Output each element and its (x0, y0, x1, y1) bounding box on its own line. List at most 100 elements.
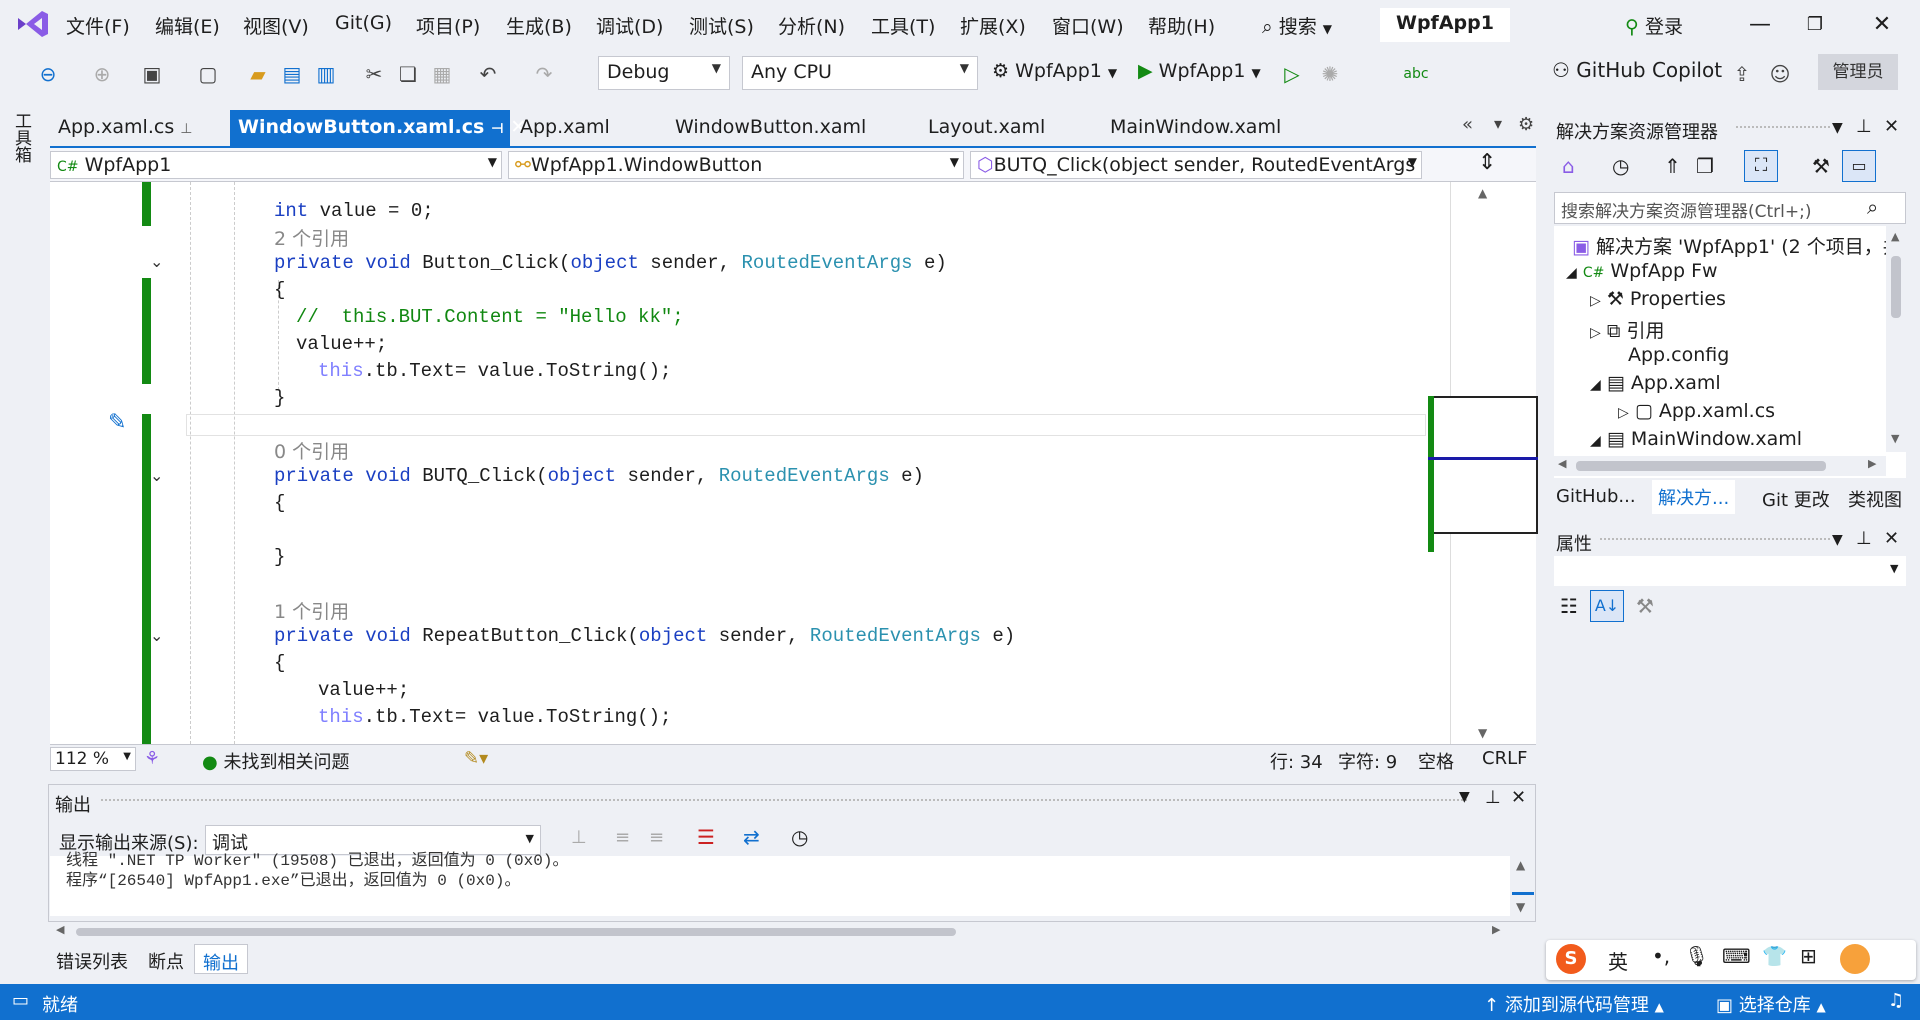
scroll-thumb[interactable] (76, 928, 956, 936)
tree-item-app-xaml-cs[interactable]: ▷ ▢ App.xaml.cs (1618, 400, 1775, 422)
platform-select[interactable]: Any CPU ▼ (742, 56, 978, 90)
scroll-thumb[interactable] (1891, 256, 1901, 318)
menu-tools[interactable]: 工具(T) (871, 12, 935, 39)
pending-changes-icon[interactable]: ◷ (1612, 154, 1629, 178)
paste-icon[interactable]: ▦ (428, 60, 456, 88)
output-hscrollbar[interactable]: ◀ ▶ (50, 922, 1510, 940)
scroll-up-icon[interactable]: ▲ (1516, 858, 1525, 872)
word-wrap-icon[interactable]: ⇄ (743, 825, 760, 849)
pin-icon[interactable]: ⊣ (491, 121, 504, 137)
mascot-icon[interactable] (1840, 944, 1870, 974)
tab-breakpoints[interactable]: 断点 (148, 948, 184, 974)
reference-count[interactable]: 2 个引用 (274, 224, 349, 251)
preview-icon[interactable]: ▭ (1842, 150, 1876, 182)
scroll-up-icon[interactable]: ▲ (1891, 230, 1899, 243)
line-ending-indicator[interactable]: CRLF (1482, 748, 1527, 769)
categorized-icon[interactable]: ☷ (1560, 594, 1578, 618)
menu-build[interactable]: 生成(B) (506, 12, 572, 39)
scroll-down-icon[interactable]: ▼ (1891, 432, 1899, 445)
class-nav-select[interactable]: ⚯WpfApp1.WindowButton ▼ (508, 151, 964, 179)
login-button[interactable]: ⚲ 登录 (1625, 12, 1683, 39)
next-message-icon[interactable]: ≡ (649, 827, 664, 848)
property-pages-icon[interactable]: ⚒ (1636, 594, 1654, 618)
menu-help[interactable]: 帮助(H) (1148, 12, 1215, 39)
close-icon[interactable]: ✕ (1511, 787, 1526, 808)
menu-edit[interactable]: 编辑(E) (155, 12, 220, 39)
panel-menu-icon[interactable]: ▼ (1832, 532, 1843, 548)
member-nav-select[interactable]: ⬡BUTQ_Click(object sender, RoutedEventAr… (970, 151, 1422, 179)
home-icon[interactable]: ⌂ (1562, 154, 1575, 178)
search-button[interactable]: ⌕ 搜索 ▼ (1262, 12, 1332, 39)
scroll-thumb[interactable] (1576, 461, 1826, 471)
save-icon[interactable]: ▤ (278, 60, 306, 88)
cut-icon[interactable]: ✂ (360, 60, 388, 88)
tree-item-app-xaml[interactable]: ◢ ▤ App.xaml (1590, 372, 1721, 394)
menu-view[interactable]: 视图(V) (243, 12, 309, 39)
char-indicator[interactable]: 字符: 9 (1338, 748, 1397, 774)
output-vscrollbar[interactable]: ▲ ▼ (1512, 856, 1534, 918)
scroll-right-icon[interactable]: ▶ (1868, 457, 1876, 470)
fold-toggle-icon[interactable]: ⌄ (150, 466, 163, 485)
tab-overflow-icon[interactable]: « (1462, 114, 1473, 135)
properties-wrench-icon[interactable]: ⚒ (1812, 154, 1830, 178)
dock-tab-solution[interactable]: 解决方... (1652, 480, 1736, 514)
menu-project[interactable]: 项目(P) (416, 12, 480, 39)
zoom-select[interactable]: 112 % ▼ (50, 747, 136, 771)
ime-language-toggle[interactable]: 英 (1608, 946, 1628, 975)
feedback-icon[interactable]: ☺ (1766, 60, 1794, 88)
toolbox-grid-icon[interactable]: ⊞ (1800, 944, 1817, 968)
minimap-viewport[interactable] (1428, 396, 1538, 534)
clear-all-icon[interactable]: ☰ (697, 825, 715, 849)
start-debug-button[interactable]: ▶ WpfApp1 ▼ (1138, 60, 1261, 82)
toolbox-tab[interactable]: 工具箱 (11, 112, 34, 163)
dock-tab-git-changes[interactable]: Git 更改 (1762, 486, 1830, 512)
menu-debug[interactable]: 调试(D) (596, 12, 663, 39)
tree-item-project[interactable]: ◢ C# WpfApp Fw (1566, 260, 1718, 282)
forward-icon[interactable]: ⊕ (88, 60, 116, 88)
tab-output[interactable]: 输出 (194, 944, 248, 974)
tree-item-solution[interactable]: ▣ 解决方案 'WpfApp1' (2 个项目，共 (1572, 232, 1902, 259)
line-indicator[interactable]: 行: 34 (1270, 748, 1323, 774)
whitespace-indicator[interactable]: 空格 (1418, 748, 1454, 774)
reference-count[interactable]: 0 个引用 (274, 437, 349, 464)
prev-message-icon[interactable]: ≡ (615, 827, 630, 848)
scroll-down-icon[interactable]: ▼ (1478, 726, 1487, 740)
scroll-right-icon[interactable]: ▶ (1492, 923, 1500, 936)
timestamp-icon[interactable]: ◷ (791, 825, 808, 849)
tab-mainwindow-xaml[interactable]: MainWindow.xaml (1102, 110, 1289, 146)
visual-studio-logo-icon[interactable] (14, 8, 50, 40)
fold-toggle-icon[interactable]: ⌄ (150, 626, 163, 645)
pin-icon[interactable]: ⊥ (1856, 116, 1872, 137)
tab-app-xaml[interactable]: App.xaml (512, 110, 618, 146)
startup-project-select[interactable]: ⚙ WpfApp1 ▼ (992, 60, 1117, 82)
menu-window[interactable]: 窗口(W) (1052, 12, 1124, 39)
open-folder-icon[interactable]: ▰ (244, 60, 272, 88)
quick-actions-icon[interactable]: ✎ (108, 410, 126, 435)
scroll-left-icon[interactable]: ◀ (56, 923, 64, 936)
tree-vscrollbar[interactable]: ▲ ▼ (1886, 226, 1906, 452)
close-window-button[interactable]: ✕ (1862, 10, 1902, 40)
dock-tab-class-view[interactable]: 类视图 (1848, 486, 1902, 512)
share-icon[interactable]: ⇪ (1728, 60, 1756, 88)
choose-repo-button[interactable]: ▣ 选择仓库 ▲ (1716, 991, 1826, 1017)
properties-object-select[interactable]: ▼ (1554, 556, 1906, 586)
new-project-icon[interactable]: ▣ (138, 60, 166, 88)
tree-item-mainwindow-xaml[interactable]: ◢ ▤ MainWindow.xaml (1590, 428, 1802, 450)
close-icon[interactable]: ✕ (1884, 528, 1899, 549)
tab-error-list[interactable]: 错误列表 (56, 948, 128, 974)
tab-list-icon[interactable]: ▾ (1494, 114, 1502, 133)
pin-icon[interactable]: ⊥ (1856, 528, 1872, 549)
configuration-select[interactable]: Debug ▼ (598, 56, 730, 90)
hot-reload-icon[interactable]: ✺ (1316, 60, 1344, 88)
panel-menu-icon[interactable]: ▼ (1832, 120, 1843, 136)
tree-hscrollbar[interactable]: ◀ ▶ (1554, 456, 1886, 476)
alphabetical-icon[interactable]: A↓ (1590, 590, 1624, 622)
split-editor-icon[interactable]: ⇕ (1478, 150, 1496, 175)
restore-button[interactable]: ❐ (1795, 10, 1835, 40)
project-nav-select[interactable]: C# WpfApp1 ▼ (50, 151, 502, 179)
scroll-up-icon[interactable]: ▲ (1478, 186, 1487, 200)
close-icon[interactable]: ✕ (1884, 116, 1899, 137)
collapse-all-icon[interactable]: ⇑ (1664, 154, 1681, 178)
output-text-area[interactable]: 线程 ".NET TP Worker" (19508) 已退出，返回值为 0 (… (50, 852, 1510, 916)
spell-check-icon[interactable]: abc (1402, 60, 1430, 88)
